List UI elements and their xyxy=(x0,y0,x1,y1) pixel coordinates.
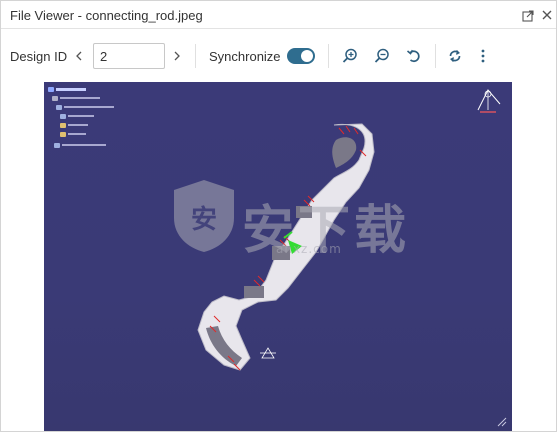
zoom-out-icon[interactable] xyxy=(373,47,391,65)
more-vertical-icon[interactable] xyxy=(474,47,492,65)
compass-icon xyxy=(477,89,501,113)
resize-grip-icon xyxy=(497,417,507,427)
specification-tree xyxy=(48,85,128,153)
sync-icon[interactable] xyxy=(446,47,464,65)
chevron-left-icon[interactable] xyxy=(72,46,86,66)
zoom-in-icon[interactable] xyxy=(341,47,359,65)
svg-text:安: 安 xyxy=(191,205,217,235)
image-viewer[interactable]: 安 安下载 anxz.com xyxy=(1,82,556,431)
close-icon[interactable] xyxy=(541,9,553,21)
rotate-left-icon[interactable] xyxy=(405,47,423,65)
title-bar: File Viewer - connecting_rod.jpeg xyxy=(1,1,556,29)
toggle-knob xyxy=(301,50,313,62)
synchronize-label: Synchronize xyxy=(209,49,281,64)
toolbar: Design ID Synchronize xyxy=(1,30,556,82)
design-id-input[interactable] xyxy=(93,43,165,69)
watermark-shield-icon: 安 xyxy=(174,180,234,252)
design-id-label: Design ID xyxy=(10,49,68,64)
window-title: File Viewer - connecting_rod.jpeg xyxy=(10,8,203,23)
connecting-rod-image: 安 安下载 anxz.com xyxy=(44,82,512,431)
toolbar-divider xyxy=(195,44,196,68)
file-viewer-window: File Viewer - connecting_rod.jpeg Design… xyxy=(0,0,557,432)
synchronize-toggle[interactable] xyxy=(287,48,315,64)
toolbar-divider xyxy=(328,44,329,68)
popout-icon[interactable] xyxy=(522,10,534,22)
chevron-right-icon[interactable] xyxy=(170,46,184,66)
toolbar-divider xyxy=(435,44,436,68)
watermark-subtext: anxz.com xyxy=(276,242,342,256)
axis-marker-icon xyxy=(260,347,276,359)
